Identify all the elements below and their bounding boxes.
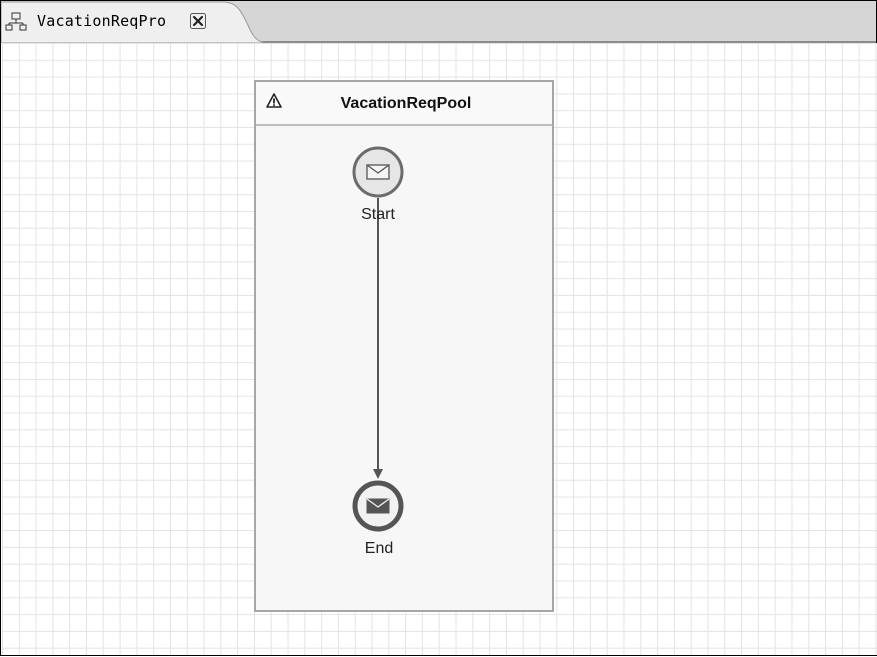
process-diagram-icon [5, 12, 27, 32]
tab-title: VacationReqPro [37, 12, 167, 30]
editor-tab[interactable]: VacationReqPro [1, 1, 263, 43]
pool-header[interactable]: VacationReqPool [256, 82, 552, 126]
close-icon[interactable] [190, 13, 206, 29]
pool-title: VacationReqPool [340, 95, 472, 112]
editor-window: VacationReqPro VacationReqPool Start End [0, 0, 877, 656]
end-event-label: End [364, 540, 394, 557]
start-event-label: Start [361, 206, 395, 223]
pool-vacationreqpool[interactable]: VacationReqPool [254, 80, 554, 612]
editor-tab-bar: VacationReqPro [1, 1, 876, 43]
